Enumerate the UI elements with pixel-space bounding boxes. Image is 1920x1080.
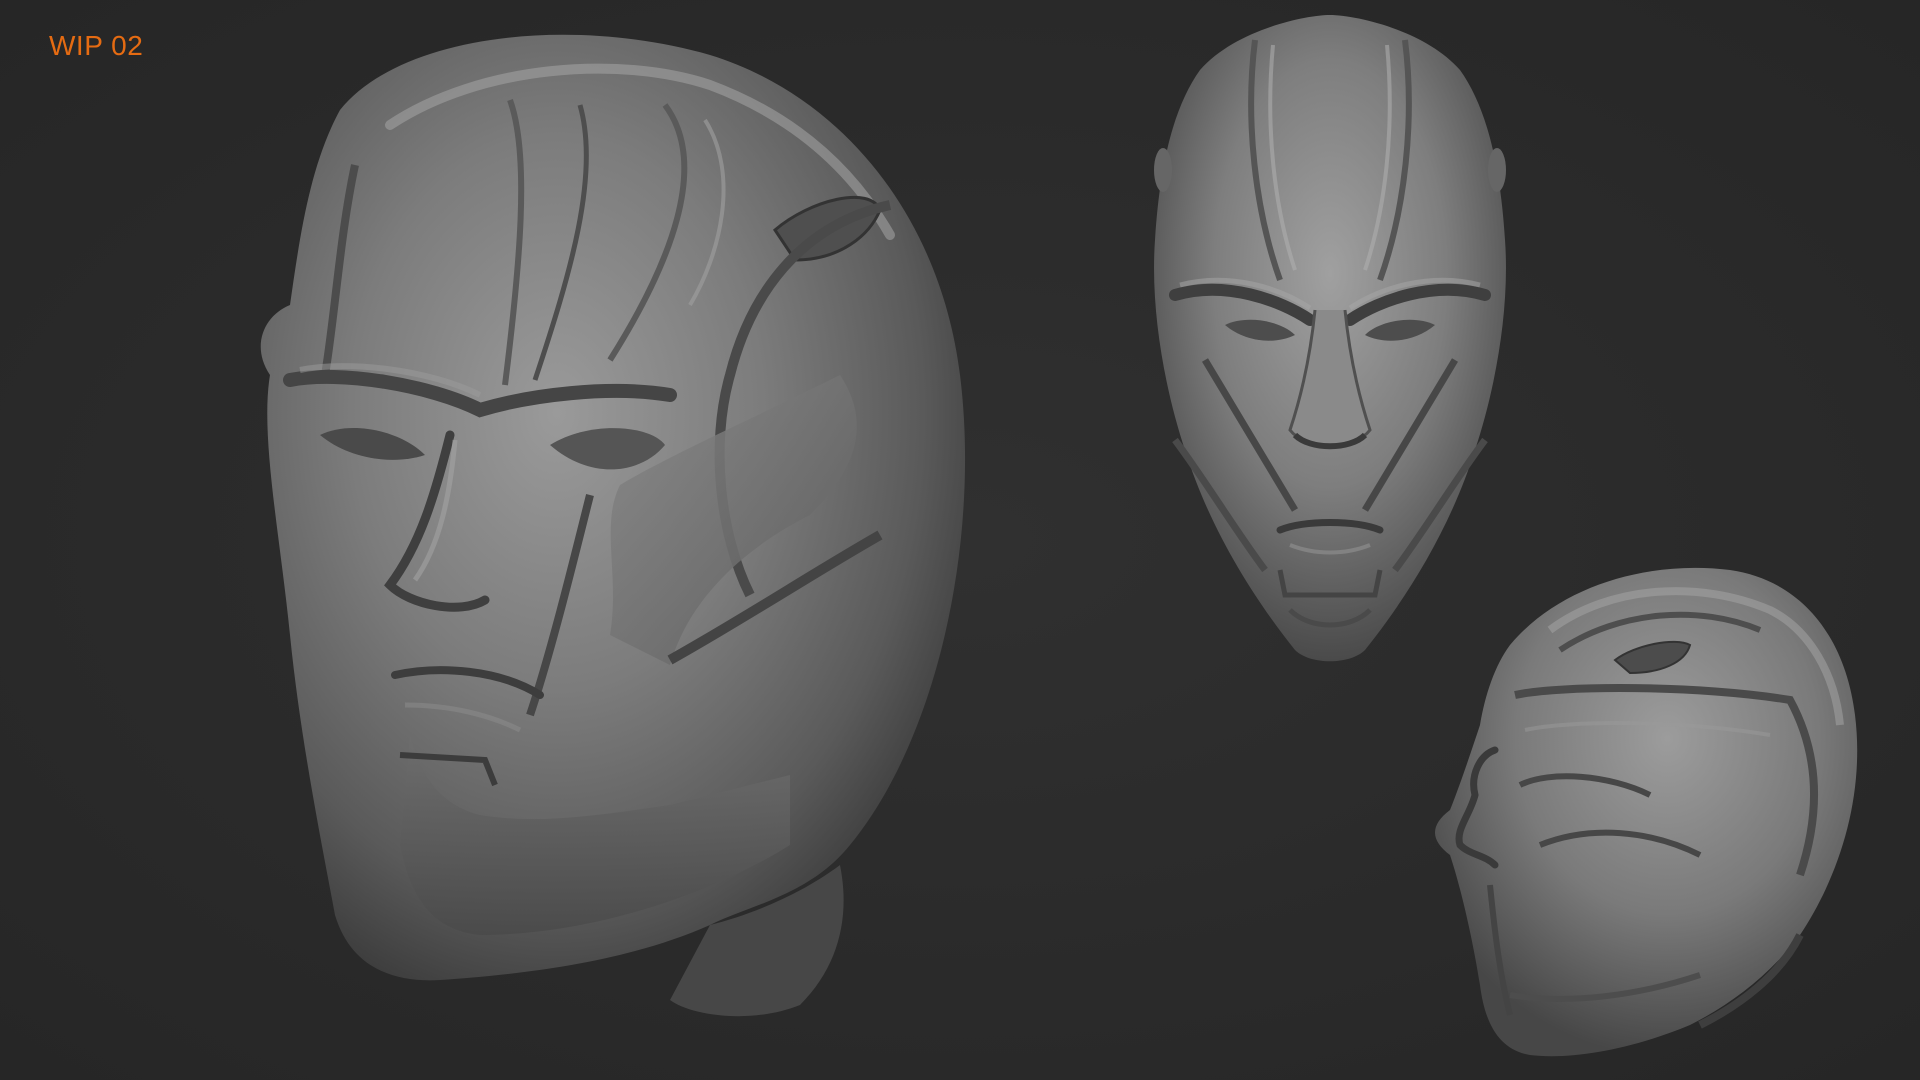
side-view: [1435, 567, 1858, 1057]
wip-label: WIP 02: [49, 30, 144, 61]
head-surface: [1435, 567, 1858, 1057]
three-quarter-view: [260, 34, 966, 1017]
render-canvas: WIP 02: [0, 0, 1920, 1080]
